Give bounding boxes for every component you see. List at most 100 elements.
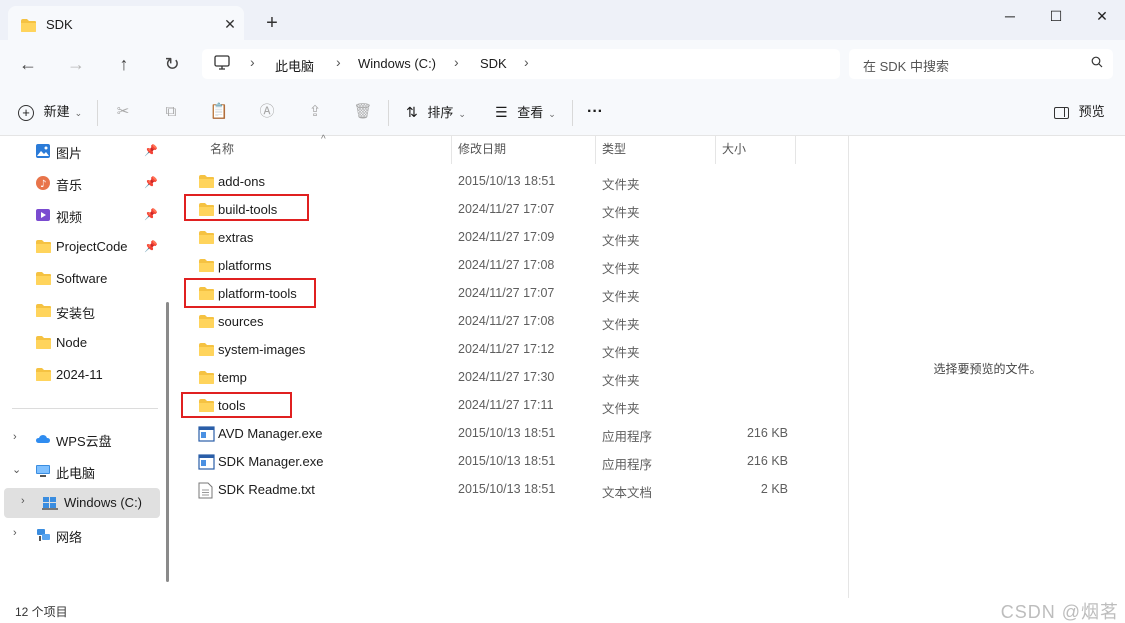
chevron-right-icon[interactable]: › <box>13 431 17 443</box>
toolbar-divider <box>97 100 98 126</box>
file-type: 文本文档 <box>602 486 653 500</box>
sidebar-item-label: 音乐 <box>56 178 83 193</box>
cloud-icon <box>35 431 51 447</box>
file-row[interactable]: SDK Readme.txt 2015/10/13 18:51 文本文档 2 K… <box>176 476 848 504</box>
folder-icon <box>198 174 215 190</box>
sidebar-item-network[interactable]: › 网络 <box>4 520 160 550</box>
toolbar-divider <box>388 100 389 126</box>
sidebar-scrollbar[interactable] <box>160 136 176 598</box>
file-row[interactable]: SDK Manager.exe 2015/10/13 18:51 应用程序 21… <box>176 448 848 476</box>
column-header-name[interactable]: 名称 <box>210 136 234 166</box>
sidebar-item-wps-cloud[interactable]: › WPS云盘 <box>4 424 160 454</box>
sidebar-item-pictures[interactable]: 图片 📌 <box>4 136 160 166</box>
sidebar-item-projectcode[interactable]: ProjectCode 📌 <box>4 232 160 262</box>
chevron-right-icon[interactable]: › <box>13 527 17 539</box>
column-header-date[interactable]: 修改日期 <box>458 136 506 166</box>
preview-pane-icon <box>1054 106 1069 119</box>
svg-text:♪: ♪ <box>40 179 46 190</box>
column-divider[interactable] <box>451 136 452 164</box>
preview-pane: 选择要预览的文件。 <box>848 136 1125 598</box>
new-button[interactable]: + 新建 ⌄ <box>18 100 82 124</box>
sidebar-item-this-pc[interactable]: ⌄ 此电脑 <box>4 456 160 486</box>
chevron-right-icon[interactable]: › <box>21 495 25 507</box>
file-type: 应用程序 <box>602 458 653 472</box>
file-type: 文件夹 <box>602 262 640 276</box>
file-row[interactable]: platforms 2024/11/27 17:08 文件夹 <box>176 252 848 280</box>
file-size: 216 KB <box>746 454 788 468</box>
sidebar-item-node[interactable]: Node <box>4 328 160 358</box>
sidebar-item-label: 此电脑 <box>56 466 96 481</box>
sort-button[interactable]: ⇅ 排序 ⌄ <box>406 100 466 124</box>
column-divider[interactable] <box>715 136 716 164</box>
file-size: 216 KB <box>746 426 788 440</box>
column-divider[interactable] <box>795 136 796 164</box>
file-row[interactable]: system-images 2024/11/27 17:12 文件夹 <box>176 336 848 364</box>
sidebar-item-installers[interactable]: 安装包 <box>4 296 160 326</box>
back-button[interactable]: ← <box>14 50 42 78</box>
pin-icon: 📌 <box>144 209 158 221</box>
chevron-down-icon: ⌄ <box>548 109 556 119</box>
navigation-pane: 图片 📌 ♪ 音乐 📌 视频 📌 ProjectCode 📌 Software … <box>0 136 169 598</box>
command-bar: + 新建 ⌄ ✂ ⧉ 📋 Ⓐ ⇪ 🗑 ⇅ 排序 ⌄ ☰ 查看 ⌄ ··· 预览 <box>0 88 1125 136</box>
copy-icon[interactable]: ⧉ <box>161 102 181 122</box>
sidebar-item-2024-11[interactable]: 2024-11 <box>4 360 160 390</box>
address-bar[interactable]: › 此电脑 › Windows (C:) › SDK › <box>202 49 840 79</box>
sidebar-item-label: Node <box>56 335 88 350</box>
file-date: 2015/10/13 18:51 <box>458 174 556 188</box>
sidebar-item-videos[interactable]: 视频 📌 <box>4 200 160 230</box>
file-type: 文件夹 <box>602 234 640 248</box>
forward-button[interactable]: → <box>62 50 90 78</box>
breadcrumb-drive-c[interactable]: Windows (C:) <box>358 56 436 71</box>
rename-icon[interactable]: Ⓐ <box>257 102 277 122</box>
file-type: 文件夹 <box>602 178 640 192</box>
file-row[interactable]: AVD Manager.exe 2015/10/13 18:51 应用程序 21… <box>176 420 848 448</box>
file-date: 2015/10/13 18:51 <box>458 454 556 468</box>
file-date: 2024/11/27 17:08 <box>458 258 555 272</box>
more-options-button[interactable]: ··· <box>587 100 603 124</box>
arrow-right-icon: → <box>67 54 85 74</box>
breadcrumb-this-pc[interactable]: 此电脑 <box>275 56 314 75</box>
folder-icon <box>35 367 51 383</box>
file-type: 文件夹 <box>602 346 640 360</box>
up-button[interactable]: ↑ <box>110 50 138 78</box>
music-icon: ♪ <box>35 175 51 191</box>
search-icon <box>1091 55 1103 71</box>
chevron-down-icon: ⌄ <box>74 108 83 118</box>
sidebar-item-music[interactable]: ♪ 音乐 📌 <box>4 168 160 198</box>
cut-icon[interactable]: ✂ <box>113 102 133 122</box>
sidebar-scroll-thumb[interactable] <box>166 302 169 582</box>
sidebar-item-label: Software <box>56 271 108 286</box>
file-row[interactable]: temp 2024/11/27 17:30 文件夹 <box>176 364 848 392</box>
maximize-button[interactable]: ☐ <box>1033 0 1079 32</box>
minimize-button[interactable]: ─ <box>987 0 1033 32</box>
file-name: SDK Readme.txt <box>218 482 315 497</box>
refresh-button[interactable]: ↻ <box>158 50 186 78</box>
chevron-right-icon: › <box>524 54 529 70</box>
arrow-left-icon: ← <box>19 54 37 74</box>
delete-icon[interactable]: 🗑 <box>353 102 373 122</box>
search-box[interactable]: 在 SDK 中搜索 <box>849 49 1113 79</box>
column-divider[interactable] <box>595 136 596 164</box>
view-button[interactable]: ☰ 查看 ⌄ <box>495 100 556 124</box>
chevron-down-icon[interactable]: ⌄ <box>12 463 21 476</box>
close-window-button[interactable]: ✕ <box>1079 0 1125 32</box>
search-input[interactable]: 在 SDK 中搜索 <box>863 56 949 75</box>
file-name: system-images <box>218 342 306 357</box>
tab-close-button[interactable]: ✕ <box>220 14 240 34</box>
paste-icon[interactable]: 📋 <box>209 102 229 122</box>
drive-icon <box>42 495 58 511</box>
sidebar-item-windows-c[interactable]: › Windows (C:) <box>4 488 160 518</box>
share-icon[interactable]: ⇪ <box>305 102 325 122</box>
breadcrumb-sdk[interactable]: SDK <box>480 56 507 71</box>
column-header-type[interactable]: 类型 <box>602 136 626 166</box>
file-row[interactable]: add-ons 2015/10/13 18:51 文件夹 <box>176 168 848 196</box>
view-icon: ☰ <box>495 104 508 120</box>
preview-pane-button[interactable]: 预览 <box>1054 100 1105 124</box>
new-tab-button[interactable]: + <box>261 12 283 34</box>
file-row[interactable]: extras 2024/11/27 17:09 文件夹 <box>176 224 848 252</box>
file-date: 2024/11/27 17:07 <box>458 202 555 216</box>
folder-icon <box>198 258 215 274</box>
sidebar-item-software[interactable]: Software <box>4 264 160 294</box>
file-row[interactable]: sources 2024/11/27 17:08 文件夹 <box>176 308 848 336</box>
column-header-size[interactable]: 大小 <box>722 136 746 166</box>
